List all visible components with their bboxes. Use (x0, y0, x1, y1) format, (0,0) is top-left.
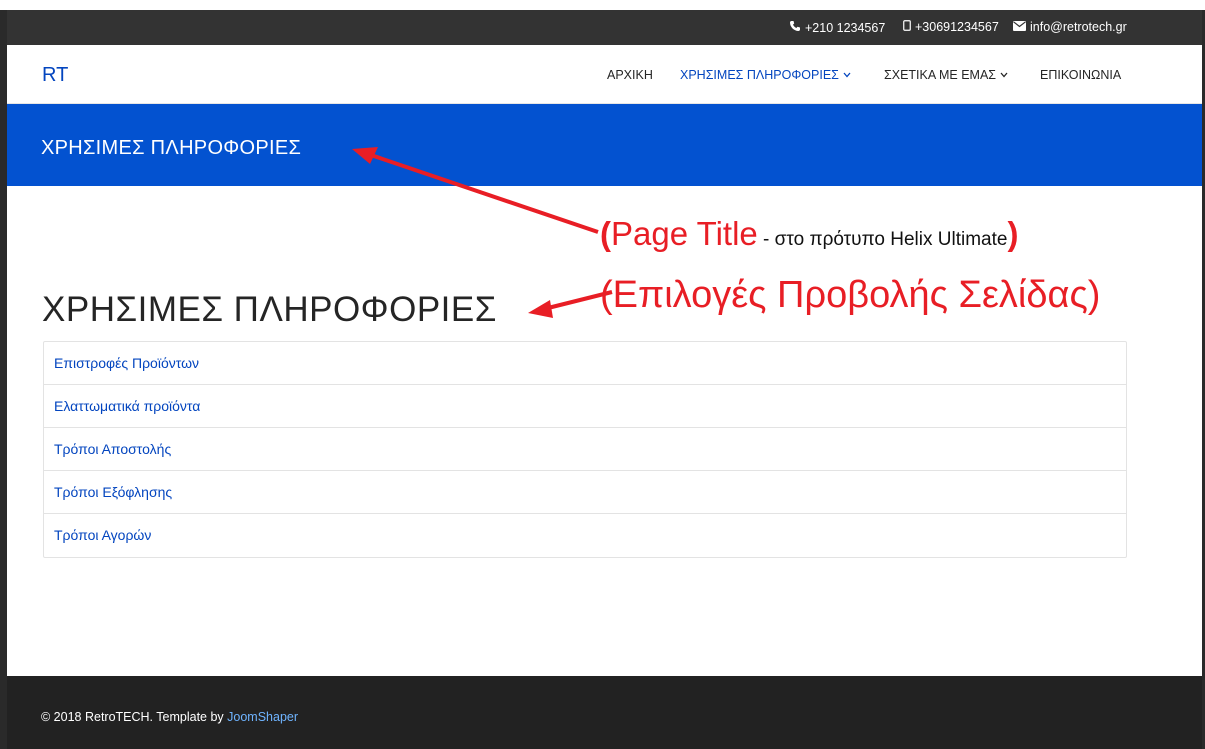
arrow-to-page-title (361, 150, 599, 234)
arrowhead-icon (528, 300, 553, 318)
annotation-arrows (352, 147, 613, 318)
footer-copyright: © 2018 RetroTECH. Template by JoomShaper (41, 710, 298, 724)
footer-copyright-text: © 2018 RetroTECH. Template by (41, 710, 228, 724)
site-footer: © 2018 RetroTECH. Template by JoomShaper (7, 676, 1202, 749)
footer-joomshaper-link[interactable]: JoomShaper (227, 710, 298, 724)
